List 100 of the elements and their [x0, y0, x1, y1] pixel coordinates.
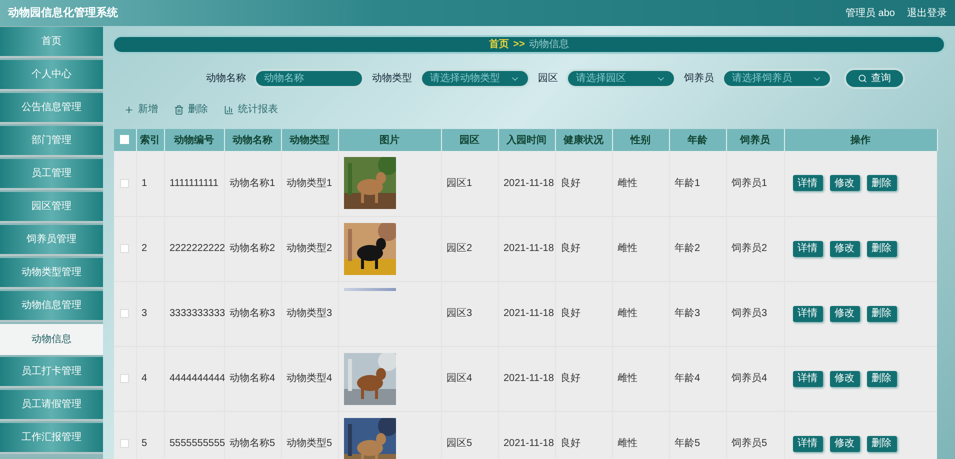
breadcrumb-home[interactable]: 首页	[489, 37, 510, 52]
table-cell: 园区2	[441, 216, 498, 281]
search-field[interactable]: 动物名称	[254, 69, 364, 88]
select-field[interactable]: 请选择园区	[566, 69, 676, 88]
row-checkbox[interactable]	[120, 244, 130, 253]
table-cell: 年龄3	[669, 281, 726, 346]
table-cell: 雌性	[612, 216, 669, 281]
table-cell: 雌性	[612, 281, 669, 346]
sidebar-item[interactable]: 员工打卡管理	[0, 357, 103, 388]
table-cell: 2021-11-18	[498, 151, 555, 216]
column-header: 图片	[338, 129, 441, 151]
breadcrumb-current: 动物信息	[528, 38, 569, 52]
table-cell: 园区4	[441, 346, 498, 411]
sidebar-item[interactable]: 首页	[0, 27, 103, 58]
column-header: 动物名称	[224, 129, 281, 151]
table-cell: 2021-11-18	[498, 216, 555, 281]
row-action-button[interactable]: 详情	[792, 306, 822, 322]
column-header: 园区	[441, 129, 498, 151]
row-checkbox[interactable]	[120, 308, 130, 318]
column-header: 动物编号	[164, 129, 224, 151]
action-button[interactable]: 删除	[174, 102, 208, 117]
field-label: 园区	[538, 72, 558, 86]
sidebar-item[interactable]: 部门管理	[0, 126, 103, 157]
table-cell: 动物类型3	[281, 281, 338, 346]
table-cell: 4444444444	[164, 346, 224, 411]
column-header: 性别	[612, 129, 669, 151]
row-checkbox[interactable]	[120, 178, 130, 188]
row-action-button[interactable]: 修改	[830, 436, 860, 452]
column-header: 索引	[136, 129, 164, 151]
table-cell: 园区1	[441, 151, 498, 216]
row-action-button[interactable]: 详情	[792, 370, 822, 386]
field-label: 动物类型	[372, 72, 412, 86]
table-cell: 动物类型5	[281, 411, 338, 459]
table-cell: 良好	[555, 411, 612, 459]
search-icon	[858, 74, 867, 83]
select-all-checkbox[interactable]	[120, 135, 130, 144]
action-button[interactable]: 统计报表	[224, 102, 278, 117]
column-header: 动物类型	[281, 129, 338, 151]
sidebar-item[interactable]: 动物信息管理	[0, 291, 103, 322]
bar-chart-icon	[224, 104, 234, 114]
table-cell: 1111111111	[164, 151, 224, 216]
field-label: 饲养员	[684, 72, 714, 86]
sidebar-item[interactable]: 个人中心	[0, 60, 103, 91]
action-button[interactable]: 新增	[124, 102, 158, 117]
table-cell: 3333333333	[164, 281, 224, 346]
row-action-button[interactable]: 详情	[792, 175, 822, 192]
column-header: 饲养员	[726, 129, 784, 151]
table-cell: 园区3	[441, 281, 498, 346]
select-field[interactable]: 请选择饲养员	[722, 69, 832, 88]
table-cell: 饲养员5	[726, 411, 784, 459]
sidebar-item[interactable]: 动物类型管理	[0, 258, 103, 289]
logout-link[interactable]: 退出登录	[907, 6, 947, 20]
table-cell: 动物类型4	[281, 346, 338, 411]
sidebar-item[interactable]: 工作汇报管理	[0, 423, 103, 454]
row-action-button[interactable]: 删除	[866, 175, 896, 192]
table-cell: 4	[136, 346, 164, 411]
row-action-button[interactable]: 删除	[866, 436, 896, 452]
sidebar-item[interactable]: 员工管理	[0, 159, 103, 190]
search-button[interactable]: 查询	[844, 68, 905, 89]
row-action-button[interactable]: 修改	[830, 240, 860, 256]
column-header: 健康状况	[555, 129, 612, 151]
table-cell: 年龄4	[669, 346, 726, 411]
table-cell: 2	[136, 216, 164, 281]
row-action-button[interactable]: 修改	[830, 306, 860, 322]
row-action-button[interactable]: 详情	[792, 240, 822, 256]
sidebar-item[interactable]: 动物信息	[0, 324, 103, 355]
broken-image	[344, 288, 396, 290]
table-cell: 2021-11-18	[498, 281, 555, 346]
breadcrumb-separator: >>	[513, 38, 525, 52]
sidebar-item[interactable]: 饲养员管理	[0, 225, 103, 256]
user-label: 管理员 abo	[846, 6, 895, 20]
select-field[interactable]: 请选择动物类型	[420, 69, 530, 88]
table-cell: 饲养员2	[726, 216, 784, 281]
table-cell: 动物类型1	[281, 151, 338, 216]
row-checkbox[interactable]	[120, 438, 130, 448]
table-cell: 2222222222	[164, 216, 224, 281]
table-cell: 动物类型2	[281, 216, 338, 281]
row-action-button[interactable]: 删除	[866, 370, 896, 386]
table-cell: 动物名称1	[224, 151, 281, 216]
table-cell: 动物名称2	[224, 216, 281, 281]
sidebar-item[interactable]: 公告信息管理	[0, 93, 103, 124]
table-cell: 1	[136, 151, 164, 216]
column-header: 年龄	[669, 129, 726, 151]
row-action-button[interactable]: 修改	[830, 370, 860, 386]
app-title: 动物园信息化管理系统	[8, 6, 118, 21]
row-checkbox[interactable]	[120, 374, 130, 383]
table-cell: 动物名称3	[224, 281, 281, 346]
row-action-button[interactable]: 删除	[866, 240, 896, 256]
sidebar-item[interactable]: 员工请假管理	[0, 390, 103, 421]
row-action-button[interactable]: 详情	[792, 436, 822, 452]
table-cell: 3	[136, 281, 164, 346]
table-cell: 5	[136, 411, 164, 459]
table-cell: 2021-11-18	[498, 346, 555, 411]
sidebar-item[interactable]: 园区管理	[0, 192, 103, 223]
table-cell: 雌性	[612, 346, 669, 411]
table-cell: 年龄1	[669, 151, 726, 216]
row-action-button[interactable]: 删除	[866, 306, 896, 322]
table-cell: 5555555555	[164, 411, 224, 459]
row-action-button[interactable]: 修改	[830, 175, 860, 192]
table-cell: 雌性	[612, 151, 669, 216]
